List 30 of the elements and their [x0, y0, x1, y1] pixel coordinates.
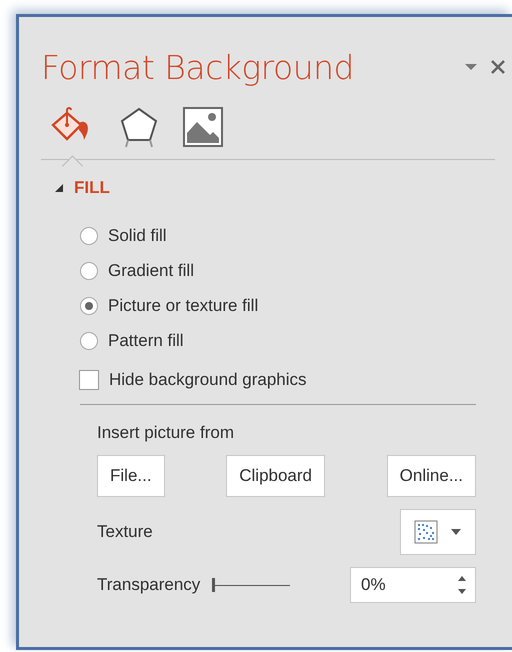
- radio-label[interactable]: Solid fill: [108, 226, 167, 246]
- texture-dropdown[interactable]: [400, 509, 476, 555]
- section-title[interactable]: FILL: [74, 178, 110, 198]
- radio-label[interactable]: Pattern fill: [108, 331, 184, 351]
- radio-button[interactable]: [80, 227, 98, 245]
- radio-button[interactable]: [80, 262, 98, 280]
- insert-button[interactable]: Clipboard: [226, 455, 325, 497]
- pane-title: Format Background: [41, 48, 354, 86]
- checkbox[interactable]: [79, 370, 99, 390]
- texture-icon: [414, 520, 438, 544]
- radio-button[interactable]: [80, 297, 98, 315]
- transparency-spinner[interactable]: 0%: [350, 567, 476, 603]
- insert-button[interactable]: Online...: [386, 455, 476, 497]
- collapse-icon[interactable]: [54, 183, 64, 193]
- slider-thumb[interactable]: [212, 578, 216, 592]
- pentagon-icon: [119, 107, 159, 149]
- up-arrow-icon[interactable]: [457, 575, 467, 582]
- radio-button[interactable]: [80, 332, 98, 350]
- checkbox-label[interactable]: Hide background graphics: [109, 370, 307, 390]
- insert-button[interactable]: File...: [97, 455, 165, 497]
- texture-label: Texture: [97, 522, 153, 542]
- insert-label: Insert picture from: [97, 423, 235, 443]
- picture-icon: [183, 107, 223, 147]
- radio-label[interactable]: Gradient fill: [108, 261, 194, 281]
- transparency-label: Transparency: [97, 575, 200, 595]
- dropdown-icon[interactable]: [464, 62, 478, 72]
- caret-icon: [450, 528, 462, 536]
- close-icon[interactable]: [490, 59, 506, 75]
- radio-label[interactable]: Picture or texture fill: [108, 296, 258, 316]
- down-arrow-icon[interactable]: [457, 588, 467, 595]
